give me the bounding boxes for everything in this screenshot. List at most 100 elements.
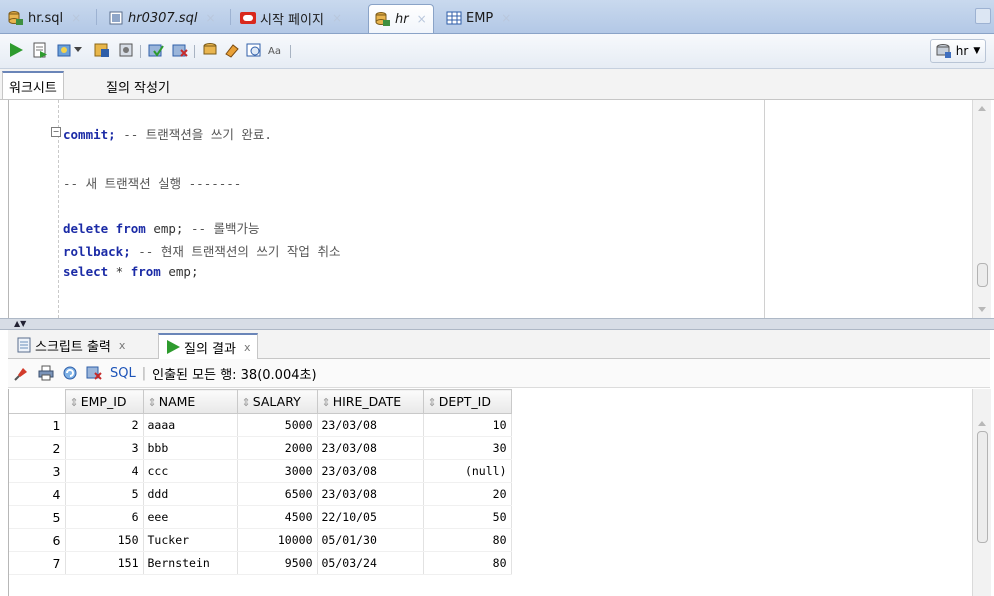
table-row[interactable]: 4 5 ddd 6500 23/03/08 20	[9, 482, 512, 506]
cell-salary[interactable]: 3000	[237, 459, 318, 483]
cell-hire-date[interactable]: 05/01/30	[317, 528, 424, 552]
cell-salary[interactable]: 2000	[237, 436, 318, 460]
cell-emp-id[interactable]: 151	[65, 551, 144, 575]
cell-salary[interactable]: 5000	[237, 413, 318, 437]
close-icon[interactable]: ×	[205, 11, 215, 25]
tab-script-output[interactable]: 스크립트 출력 x	[10, 333, 131, 357]
cell-emp-id[interactable]: 2	[65, 413, 144, 437]
grid-scrollbar[interactable]	[972, 389, 991, 596]
cell-dept-id[interactable]: 80	[423, 551, 512, 575]
table-row[interactable]: 3 4 ccc 3000 23/03/08 (null)	[9, 459, 512, 483]
scroll-thumb[interactable]	[977, 431, 988, 543]
close-icon[interactable]: ×	[417, 12, 427, 26]
autotrace-icon[interactable]	[54, 40, 74, 60]
cell-emp-id[interactable]: 150	[65, 528, 144, 552]
column-header[interactable]: ⇕ HIRE_DATE	[316, 389, 424, 414]
cell-dept-id[interactable]: 30	[423, 436, 512, 460]
tab-emp[interactable]: EMP ×	[440, 4, 517, 32]
result-grid[interactable]: ⇕ EMP_ID ⇕ NAME ⇕ SALARY ⇕ HIRE_DATE ⇕ DEPT_I…	[8, 389, 991, 596]
collapse-arrows-icon[interactable]: ▲▼	[14, 320, 26, 328]
run-script-icon[interactable]	[30, 40, 50, 60]
cell-name[interactable]: ddd	[143, 482, 238, 506]
cell-salary[interactable]: 10000	[237, 528, 318, 552]
pin-icon[interactable]	[12, 363, 32, 383]
sql-link[interactable]: SQL	[110, 366, 136, 381]
scroll-up-icon[interactable]	[978, 106, 986, 111]
commit-icon[interactable]	[146, 40, 166, 60]
tab-hr[interactable]: hr ×	[368, 4, 434, 33]
cell-dept-id[interactable]: (null)	[423, 459, 512, 483]
print-icon[interactable]	[36, 363, 56, 383]
cell-emp-id[interactable]: 3	[65, 436, 144, 460]
fold-toggle-icon[interactable]: −	[51, 127, 61, 137]
table-row[interactable]: 2 3 bbb 2000 23/03/08 30	[9, 436, 512, 460]
column-header[interactable]: ⇕ NAME	[142, 389, 238, 414]
tab-worksheet[interactable]: 워크시트	[2, 71, 64, 99]
close-icon[interactable]: x	[244, 341, 251, 354]
editor-scrollbar[interactable]	[972, 100, 991, 318]
connection-label: hr	[955, 44, 969, 58]
cell-hire-date[interactable]: 23/03/08	[317, 459, 424, 483]
sql-history-icon[interactable]	[244, 40, 264, 60]
cell-salary[interactable]: 6500	[237, 482, 318, 506]
sql-editor[interactable]: − commit; -- 트랜잭션을 쓰기 완료. -- 새 트랜잭션 실행 -…	[8, 100, 991, 318]
table-row[interactable]: 7 151 Bernstein 9500 05/03/24 80	[9, 551, 512, 575]
cell-name[interactable]: aaaa	[143, 413, 238, 437]
column-header[interactable]: ⇕ SALARY	[236, 389, 318, 414]
scroll-down-icon[interactable]	[978, 307, 986, 312]
cell-salary[interactable]: 4500	[237, 505, 318, 529]
column-header[interactable]: ⇕ EMP_ID	[64, 389, 144, 414]
close-icon[interactable]: ×	[71, 11, 81, 25]
cell-dept-id[interactable]: 20	[423, 482, 512, 506]
cell-name[interactable]: eee	[143, 505, 238, 529]
tab-hr-sql[interactable]: hr.sql ×	[2, 4, 87, 32]
sql-file-icon	[108, 10, 124, 26]
close-icon[interactable]: x	[119, 339, 126, 352]
cell-dept-id[interactable]: 10	[423, 413, 512, 437]
cell-hire-date[interactable]: 23/03/08	[317, 413, 424, 437]
cell-hire-date[interactable]: 05/03/24	[317, 551, 424, 575]
refresh-icon[interactable]	[60, 363, 80, 383]
sql-tuning-icon[interactable]	[116, 40, 136, 60]
table-row[interactable]: 1 2 aaaa 5000 23/03/08 10	[9, 413, 512, 437]
column-header[interactable]: ⇕ DEPT_ID	[422, 389, 512, 414]
rollback-icon[interactable]	[170, 40, 190, 60]
explain-plan-icon[interactable]	[92, 40, 112, 60]
cancel-query-icon[interactable]	[84, 363, 104, 383]
cell-dept-id[interactable]: 50	[423, 505, 512, 529]
cell-hire-date[interactable]: 23/03/08	[317, 482, 424, 506]
clear-eraser-icon[interactable]	[222, 40, 242, 60]
table-row[interactable]: 6 150 Tucker 10000 05/01/30 80	[9, 528, 512, 552]
cell-salary[interactable]: 9500	[237, 551, 318, 575]
cell-emp-id[interactable]: 6	[65, 505, 144, 529]
tab-label: EMP	[466, 10, 494, 26]
connection-selector[interactable]: hr ▼	[930, 39, 986, 63]
tab-start-page[interactable]: 시작 페이지 ×	[234, 4, 348, 32]
scroll-thumb[interactable]	[977, 263, 988, 287]
tab-query-builder[interactable]: 질의 작성기	[100, 73, 176, 99]
chevron-down-icon[interactable]	[72, 40, 84, 60]
table-icon	[446, 10, 462, 26]
run-statement-icon[interactable]	[6, 40, 26, 60]
cell-name[interactable]: bbb	[143, 436, 238, 460]
unshared-sql-icon[interactable]	[200, 40, 220, 60]
format-case-icon[interactable]: Aa	[266, 40, 286, 60]
scroll-up-icon[interactable]	[978, 421, 986, 426]
close-icon[interactable]: ×	[332, 11, 342, 25]
panel-splitter[interactable]: ▲▼	[0, 318, 994, 330]
table-row[interactable]: 5 6 eee 4500 22/10/05 50	[9, 505, 512, 529]
cell-hire-date[interactable]: 22/10/05	[317, 505, 424, 529]
row-number: 1	[9, 413, 66, 437]
cell-name[interactable]: Bernstein	[143, 551, 238, 575]
tab-hr0307-sql[interactable]: hr0307.sql ×	[102, 4, 222, 32]
close-icon[interactable]: ×	[501, 11, 511, 25]
cell-hire-date[interactable]: 23/03/08	[317, 436, 424, 460]
cell-emp-id[interactable]: 5	[65, 482, 144, 506]
cell-name[interactable]: ccc	[143, 459, 238, 483]
minimize-button[interactable]	[975, 8, 991, 24]
cell-dept-id[interactable]: 80	[423, 528, 512, 552]
cell-name[interactable]: Tucker	[143, 528, 238, 552]
cell-emp-id[interactable]: 4	[65, 459, 144, 483]
db-connection-icon	[8, 10, 24, 26]
tab-query-result[interactable]: 질의 결과 x	[158, 333, 258, 359]
